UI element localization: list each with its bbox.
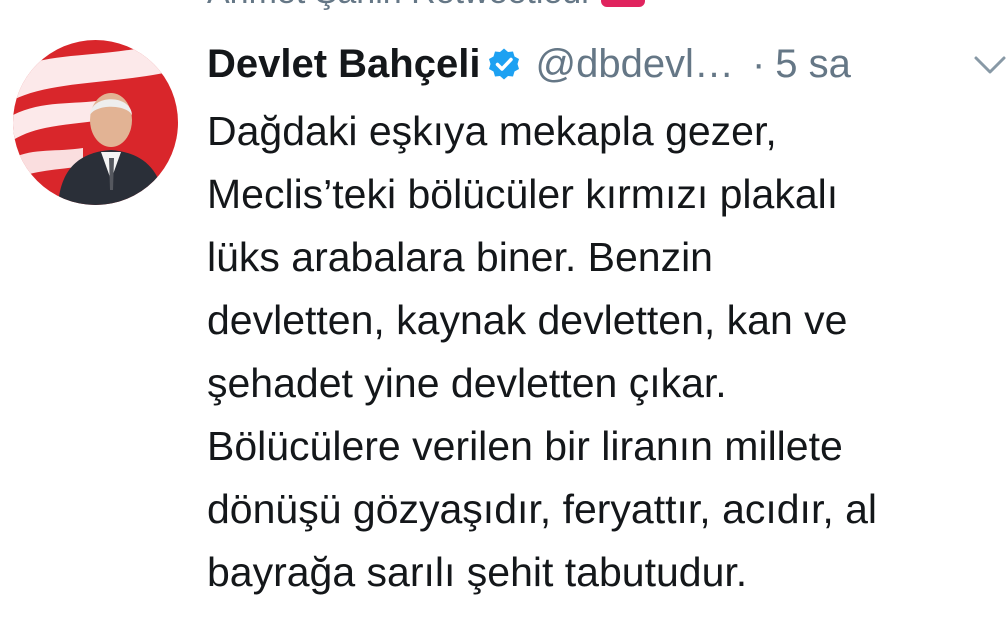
tweet-line: dönüşü gözyaşıdır, feryattır, acıdır, al bbox=[207, 486, 878, 532]
tweet-line: Meclis’teki bölücüler kırmızı plakalı bbox=[207, 171, 839, 217]
display-name[interactable]: Devlet Bahçeli bbox=[207, 42, 480, 87]
tweet-line: bayrağa sarılı şehit tabutudur. bbox=[207, 549, 748, 595]
tweet-line: devletten, kaynak devletten, kan ve bbox=[207, 297, 848, 343]
tweet-line: lüks arabalara biner. Benzin bbox=[207, 234, 713, 280]
retweet-context: Ahmet Şahin Retweetledi bbox=[207, 0, 645, 12]
avatar-image bbox=[13, 40, 178, 205]
tweet-line: Bölücülere verilen bir liranın millete bbox=[207, 423, 843, 469]
retweet-icon bbox=[600, 0, 645, 7]
tweet-text: Dağdaki eşkıya mekapla gezer, Meclis’tek… bbox=[207, 100, 997, 604]
tweet-line: şehadet yine devletten çıkar. bbox=[207, 360, 727, 406]
verified-badge-icon bbox=[487, 47, 521, 81]
tweet-line: Dağdaki eşkıya mekapla gezer, bbox=[207, 108, 777, 154]
user-handle[interactable]: @dbdevl… bbox=[535, 42, 733, 87]
avatar[interactable] bbox=[13, 40, 178, 205]
retweet-context-text: Ahmet Şahin Retweetledi bbox=[207, 0, 589, 12]
separator-dot: · bbox=[751, 41, 766, 86]
chevron-down-icon[interactable] bbox=[970, 50, 1006, 80]
tweet-timestamp[interactable]: 5 sa bbox=[775, 42, 851, 87]
tweet-header: Devlet Bahçeli @dbdevl… · 5 sa bbox=[207, 36, 1006, 92]
